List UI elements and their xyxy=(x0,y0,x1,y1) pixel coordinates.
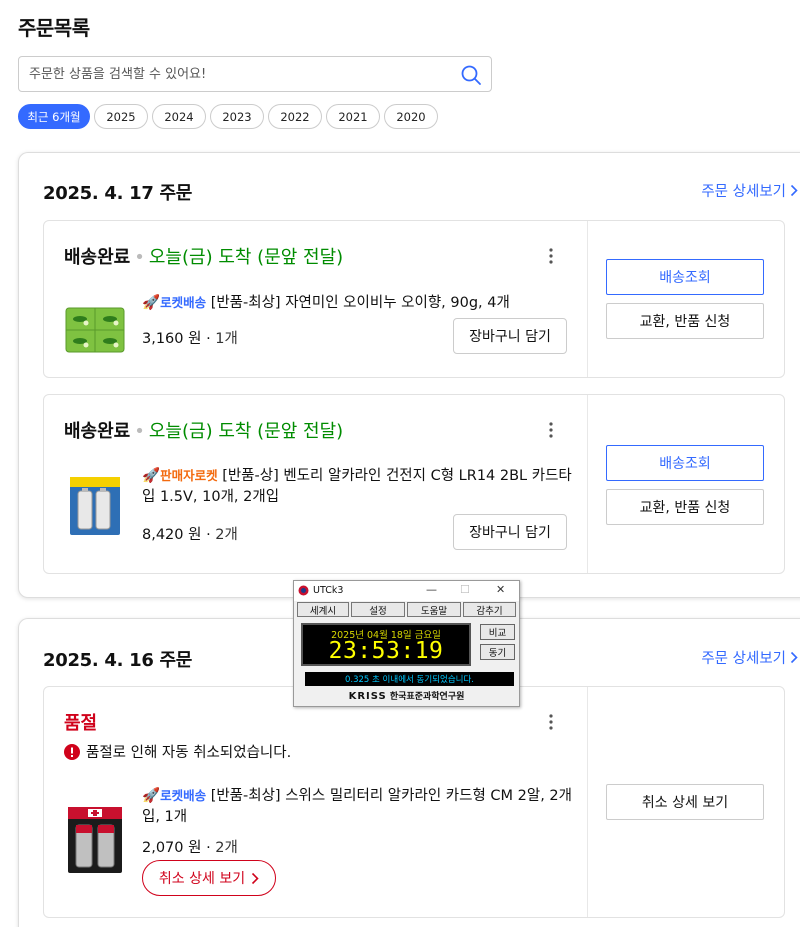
battery-pack-icon xyxy=(68,807,122,873)
price: 3,160 원 xyxy=(142,331,202,347)
delivery-status: 배송완료 • 오늘(금) 도착 (문앞 전달) xyxy=(64,243,343,269)
rocket-icon: 🚀 xyxy=(142,468,161,484)
search-box[interactable] xyxy=(18,56,492,92)
filter-chip-2021[interactable]: 2021 xyxy=(326,104,380,129)
delivery-status: 배송완료 • 오늘(금) 도착 (문앞 전달) xyxy=(64,417,343,443)
chevron-right-icon xyxy=(790,184,798,197)
cancel-detail-button[interactable]: 취소 상세 보기 xyxy=(142,860,276,896)
price-quantity: 8,420 원 · 2개 xyxy=(142,527,238,543)
return-request-button[interactable]: 교환, 반품 신청 xyxy=(606,303,764,339)
arrival-text: 오늘(금) 도착 (문앞 전달) xyxy=(148,247,344,268)
menu-settings[interactable]: 설정 xyxy=(351,602,405,617)
kriss-logo: KRISS 한국표준과학연구원 xyxy=(294,689,519,702)
status-label: 품절 xyxy=(64,713,98,734)
sync-status: 0.325 초 이내에서 동기되었습니다. xyxy=(305,672,514,686)
product-title[interactable]: 🚀로켓배송 [반품-최상] 자연미인 오이비누 오이향, 90g, 4개 xyxy=(142,292,572,314)
minimize-icon[interactable]: — xyxy=(426,583,437,596)
add-to-cart-button[interactable]: 장바구니 담기 xyxy=(453,514,567,550)
status-dot: • xyxy=(134,247,145,268)
cucumber-soap-icon xyxy=(65,307,125,353)
filter-chip-2023[interactable]: 2023 xyxy=(210,104,264,129)
page-title: 주문목록 xyxy=(18,16,90,40)
status-label: 배송완료 xyxy=(64,247,131,268)
more-options-icon[interactable] xyxy=(544,247,558,265)
filter-chip-2020[interactable]: 2020 xyxy=(384,104,438,129)
institute-name: 한국표준과학연구원 xyxy=(389,692,465,702)
chevron-right-icon xyxy=(790,651,798,664)
product-title[interactable]: 🚀로켓배송 [반품-최상] 스위스 밀리터리 알카라인 카드형 CM 2알, 2… xyxy=(142,785,572,828)
card-divider xyxy=(587,395,588,573)
status-label: 배송완료 xyxy=(64,421,131,442)
close-icon[interactable]: ✕ xyxy=(496,583,505,596)
chevron-right-icon xyxy=(252,872,259,884)
app-icon xyxy=(298,585,309,596)
compare-button[interactable]: 비교 xyxy=(480,624,515,640)
order-status: 품절 xyxy=(64,709,97,735)
filter-chip-recent[interactable]: 최근 6개월 xyxy=(18,104,90,129)
order-detail-link[interactable]: 주문 상세보기 xyxy=(701,180,798,201)
cancel-detail-label: 취소 상세 보기 xyxy=(158,871,246,887)
cancel-detail-side-button[interactable]: 취소 상세 보기 xyxy=(606,784,764,820)
filter-chip-2025[interactable]: 2025 xyxy=(94,104,148,129)
order-detail-link[interactable]: 주문 상세보기 xyxy=(701,647,798,668)
clock-display: 2025년 04월 18일 금요일 23:53:19 xyxy=(301,623,471,666)
rocket-icon: 🚀 xyxy=(142,788,161,804)
delivery-badge: 판매자로켓 xyxy=(160,468,218,483)
product-name: [반품-최상] 스위스 밀리터리 알카라인 카드형 CM 2알, 2개입, 1개 xyxy=(142,788,572,825)
alert-icon xyxy=(64,743,80,760)
product-title[interactable]: 🚀판매자로켓 [반품-상] 벤도리 알카라인 건전지 C형 LR14 2BL 카… xyxy=(142,465,572,508)
delivery-badge: 로켓배송 xyxy=(160,788,207,803)
cancel-notice: 품절로 인해 자동 취소되었습니다. xyxy=(64,741,291,762)
order-date: 2025. 4. 17 주문 xyxy=(43,183,193,204)
card-divider xyxy=(587,221,588,377)
battery-pack-icon xyxy=(70,477,120,535)
kriss-logo-text: KRISS xyxy=(348,691,387,702)
price-quantity: 3,160 원 · 1개 xyxy=(142,331,238,347)
utck3-window[interactable]: UTCk3 — ☐ ✕ 세계시 설정 도움말 감추기 2025년 04월 18일… xyxy=(293,580,520,707)
search-input[interactable] xyxy=(29,64,449,84)
order-detail-label: 주문 상세보기 xyxy=(701,184,786,200)
product-name: [반품-최상] 자연미인 오이비누 오이향, 90g, 4개 xyxy=(210,295,510,311)
price: 2,070 원 xyxy=(142,840,202,856)
price-quantity: 2,070 원 · 2개 xyxy=(142,840,238,856)
quantity: 2개 xyxy=(215,840,238,856)
search-icon[interactable] xyxy=(460,64,482,86)
order-item-card: 배송완료 • 오늘(금) 도착 (문앞 전달) 🚀로켓배송 [반품-최상] 자연미인… xyxy=(43,220,785,378)
delivery-badge: 로켓배송 xyxy=(160,295,207,310)
return-request-button[interactable]: 교환, 반품 신청 xyxy=(606,489,764,525)
cancel-notice-text: 품절로 인해 자동 취소되었습니다. xyxy=(86,745,292,761)
arrival-text: 오늘(금) 도착 (문앞 전달) xyxy=(148,421,344,442)
filter-chip-2022[interactable]: 2022 xyxy=(268,104,322,129)
quantity: 2개 xyxy=(215,527,238,543)
status-dot: • xyxy=(134,421,145,442)
order-date: 2025. 4. 16 주문 xyxy=(43,650,193,671)
filter-chip-2024[interactable]: 2024 xyxy=(152,104,206,129)
menu-world-time[interactable]: 세계시 xyxy=(297,602,349,617)
more-options-icon[interactable] xyxy=(544,421,558,439)
order-detail-label: 주문 상세보기 xyxy=(701,651,786,667)
track-delivery-button[interactable]: 배송조회 xyxy=(606,445,764,481)
track-delivery-button[interactable]: 배송조회 xyxy=(606,259,764,295)
quantity: 1개 xyxy=(215,331,238,347)
more-options-icon[interactable] xyxy=(544,713,558,731)
rocket-icon: 🚀 xyxy=(142,295,161,311)
year-filter-bar: 최근 6개월 2025 2024 2023 2022 2021 2020 xyxy=(18,104,438,129)
window-title: UTCk3 xyxy=(313,585,344,596)
clock-time: 23:53:19 xyxy=(328,638,444,664)
menu-help[interactable]: 도움말 xyxy=(407,602,461,617)
add-to-cart-button[interactable]: 장바구니 담기 xyxy=(453,318,567,354)
maximize-icon[interactable]: ☐ xyxy=(460,583,470,596)
sync-button[interactable]: 동기 xyxy=(480,644,515,660)
order-item-card: 배송완료 • 오늘(금) 도착 (문앞 전달) 🚀판매자로켓 [반품-상] 벤도리 … xyxy=(43,394,785,574)
menu-hide[interactable]: 감추기 xyxy=(463,602,516,617)
price: 8,420 원 xyxy=(142,527,202,543)
order-item-card: 품절 품절로 인해 자동 취소되었습니다. 🚀로켓배송 [반품-최상] 스위스 … xyxy=(43,686,785,918)
card-divider xyxy=(587,687,588,917)
order-group: 2025. 4. 17 주문 주문 상세보기 배송완료 • 오늘(금) 도착 (문앞… xyxy=(18,152,800,598)
utck3-titlebar[interactable]: UTCk3 — ☐ ✕ xyxy=(294,581,519,601)
